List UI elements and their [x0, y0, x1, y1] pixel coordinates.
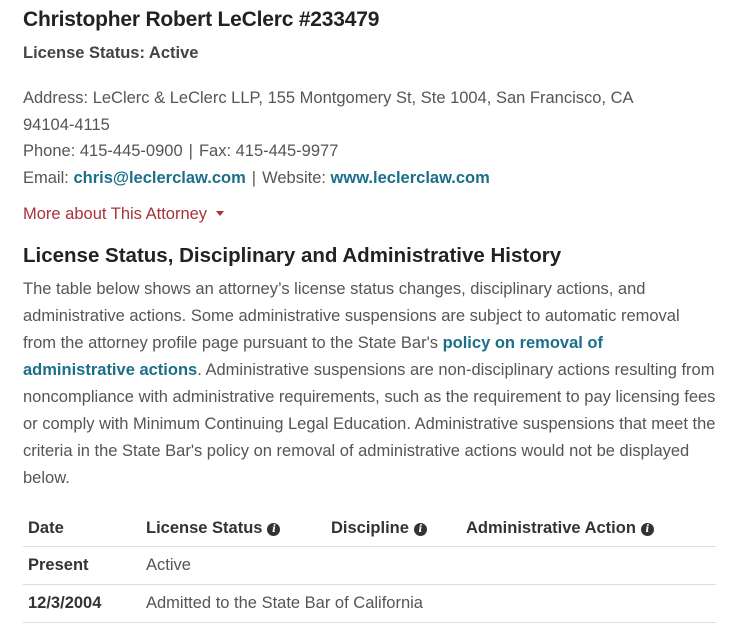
row-license-status: Admitted to the State Bar of California	[141, 584, 716, 623]
attorney-profile: Christopher Robert LeClerc #233479 Licen…	[0, 0, 723, 623]
table-row: Present Active	[23, 546, 716, 585]
row-date: Present	[23, 546, 141, 585]
column-header-administrative-action: Administrative Action i	[461, 510, 716, 547]
history-table: Date License Status i Discipline i Adminis…	[23, 510, 716, 623]
column-header-date: Date	[23, 510, 141, 547]
license-status-line: License Status: Active	[23, 44, 199, 62]
phone-fax-line: Phone: 415-445-0900 | Fax: 415-445-9977	[23, 138, 723, 165]
administrative-action-header-label: Administrative Action	[466, 519, 636, 537]
info-icon[interactable]: i	[413, 523, 427, 536]
description-text-2: . Administrative suspensions are non-dis…	[23, 361, 716, 487]
address-line-1: Address: LeClerc & LeClerc LLP, 155 Mont…	[23, 89, 634, 107]
attorney-name-heading: Christopher Robert LeClerc #233479	[23, 8, 380, 31]
separator: |	[188, 142, 193, 160]
history-description: The table below shows an attorney’s lice…	[23, 276, 717, 492]
fax-text: Fax: 415-445-9977	[198, 142, 339, 160]
website-link[interactable]: www.leclerclaw.com	[331, 169, 490, 187]
column-header-discipline: Discipline i	[326, 510, 461, 547]
discipline-header-label: Discipline	[331, 519, 409, 537]
info-icon[interactable]: i	[640, 523, 654, 536]
info-icon[interactable]: i	[267, 523, 281, 536]
license-status-header-label: License Status	[146, 519, 263, 537]
more-about-label: More about This Attorney	[23, 205, 208, 223]
column-header-license-status: License Status i	[141, 510, 326, 547]
phone-text: Phone: 415-445-0900	[23, 142, 183, 160]
table-row: 12/3/2004 Admitted to the State Bar of C…	[23, 584, 716, 623]
website-label: Website:	[262, 168, 331, 187]
history-section-title: License Status, Disciplinary and Adminis…	[23, 244, 562, 267]
more-about-attorney-toggle[interactable]: More about This Attorney	[23, 203, 225, 225]
separator: |	[251, 168, 257, 187]
row-date: 12/3/2004	[23, 584, 141, 623]
email-website-line: Email: chris@leclerclaw.com | Website: www…	[23, 165, 723, 192]
caret-down-icon	[216, 211, 225, 217]
email-label: Email:	[23, 168, 74, 187]
date-header-label: Date	[28, 519, 64, 537]
table-header-row: Date License Status i Discipline i Adminis…	[23, 510, 716, 547]
row-license-status: Active	[141, 546, 716, 585]
contact-block: Address: LeClerc & LeClerc LLP, 155 Mont…	[23, 85, 723, 191]
email-link[interactable]: chris@leclerclaw.com	[73, 169, 245, 187]
address-line-2: 94104-4115	[23, 115, 110, 134]
